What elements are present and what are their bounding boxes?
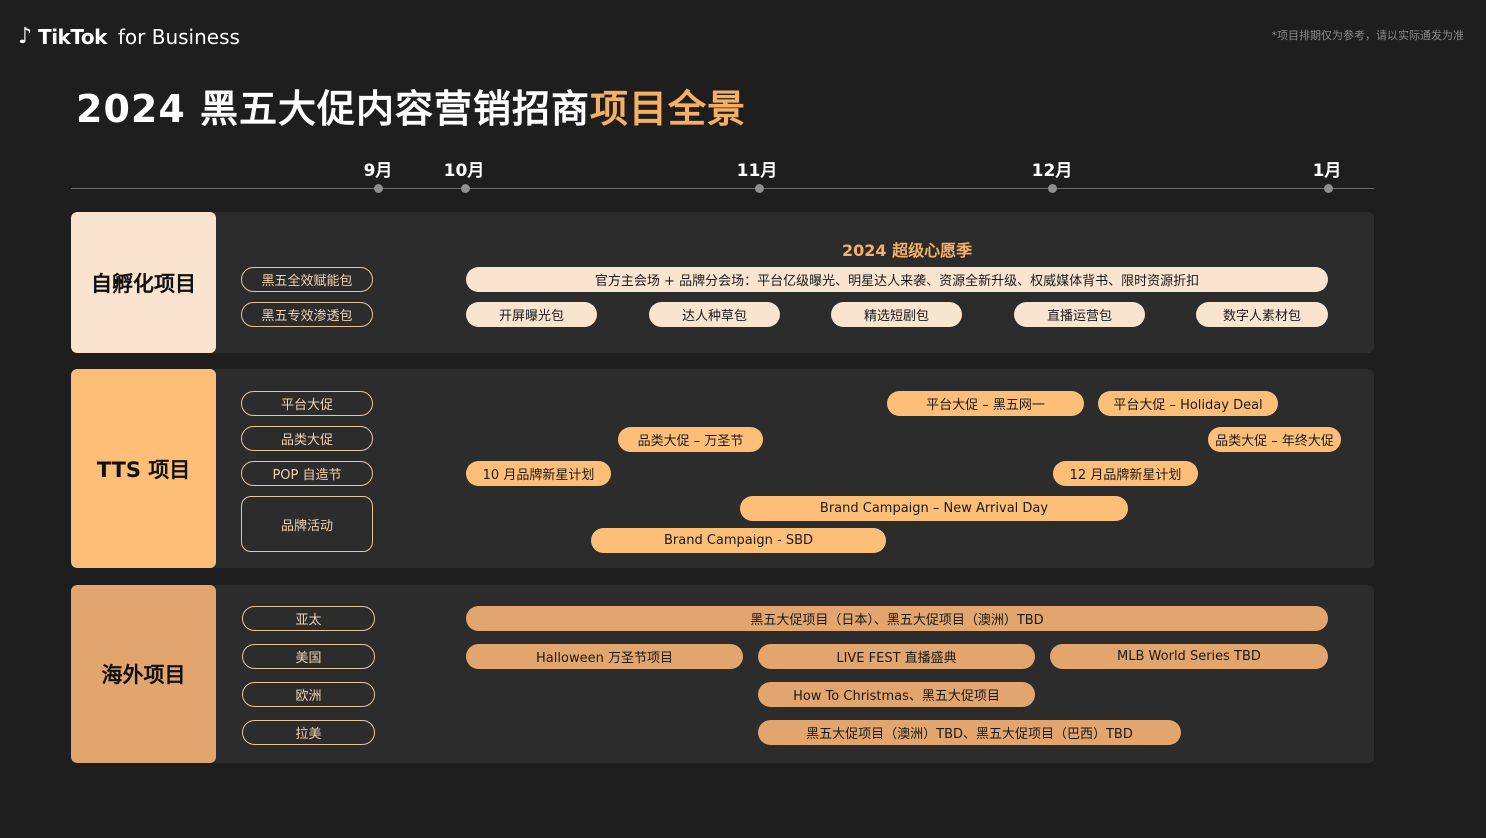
title-highlight: 项目全景	[590, 87, 747, 131]
bar-short-drama-pack: 精选短剧包	[831, 302, 962, 327]
timeline-tick-jan	[1324, 184, 1333, 193]
bar-category-year-end: 品类大促 – 年终大促	[1208, 427, 1341, 452]
bar-creator-pack: 达人种草包	[649, 302, 780, 327]
bar-platform-holiday-deal: 平台大促 – Holiday Deal	[1098, 391, 1278, 416]
timeline-axis	[71, 188, 1374, 189]
bar-europe-christmas: How To Christmas、黑五大促项目	[758, 682, 1035, 707]
timeline-tick-dec	[1048, 184, 1057, 193]
bar-digital-human-pack: 数字人素材包	[1196, 302, 1328, 327]
section-tts: TTS 项目 平台大促 品类大促 POP 自造节 品牌活动 平台大促 – 黑五网…	[71, 369, 1374, 568]
tiktok-for-business-logo: ♪ TikTok for Business	[18, 24, 240, 49]
timeline-tick-sep	[374, 184, 383, 193]
bar-splash-pack: 开屏曝光包	[466, 302, 597, 327]
bar-pop-december: 12 月品牌新星计划	[1053, 461, 1198, 486]
bar-brand-new-arrival: Brand Campaign – New Arrival Day	[740, 496, 1128, 521]
schedule-disclaimer: *项目排期仅为参考，请以实际通发为准	[1271, 29, 1465, 42]
month-label-oct: 10月	[443, 161, 485, 181]
tiktok-note-icon: ♪	[18, 24, 33, 49]
bar-brand-sbd: Brand Campaign - SBD	[591, 528, 886, 553]
section-incubation: 自孵化项目 黑五全效赋能包 黑五专效渗透包 2024 超级心愿季 官方主会场 +…	[71, 212, 1374, 353]
title-main: 2024 黑五大促内容营销招商	[76, 87, 590, 131]
row-label-platform: 平台大促	[241, 391, 373, 416]
month-label-jan: 1月	[1312, 161, 1342, 181]
timeline-tick-oct	[461, 184, 470, 193]
month-label-dec: 12月	[1031, 161, 1073, 181]
bar-platform-black-friday: 平台大促 – 黑五网一	[887, 391, 1084, 416]
row-label-category: 品类大促	[241, 426, 373, 451]
logo-brand: TikTok	[38, 24, 107, 49]
page-title: 2024 黑五大促内容营销招商项目全景	[76, 78, 746, 133]
month-label-sep: 9月	[363, 161, 393, 181]
section-overseas: 海外项目 亚太 美国 欧洲 拉美 黑五大促项目（日本）、黑五大促项目（澳洲）TB…	[71, 585, 1374, 763]
season-title: 2024 超级心愿季	[842, 241, 973, 260]
section-label-overseas: 海外项目	[71, 585, 216, 763]
logo-suffix: for Business	[117, 24, 240, 49]
row-label-europe: 欧洲	[242, 682, 375, 707]
row-label-brand: 品牌活动	[241, 496, 373, 552]
row-label-latam: 拉美	[242, 720, 375, 745]
bar-apac-black-friday: 黑五大促项目（日本）、黑五大促项目（澳洲）TBD	[466, 606, 1328, 631]
month-label-nov: 11月	[736, 161, 778, 181]
row-label-us: 美国	[242, 644, 375, 669]
row-label-pop: POP 自造节	[241, 461, 373, 486]
bar-us-mlb: MLB World Series TBD	[1050, 644, 1328, 669]
bar-pop-october: 10 月品牌新星计划	[466, 461, 611, 486]
section-label-incubation: 自孵化项目	[71, 212, 216, 353]
bar-category-halloween: 品类大促 – 万圣节	[618, 427, 763, 452]
section-label-tts: TTS 项目	[71, 369, 216, 568]
timeline-tick-nov	[755, 184, 764, 193]
bar-us-halloween: Halloween 万圣节项目	[466, 644, 743, 669]
bar-latam-black-friday: 黑五大促项目（澳洲）TBD、黑五大促项目（巴西）TBD	[758, 720, 1181, 745]
bar-us-live-fest: LIVE FEST 直播盛典	[758, 644, 1035, 669]
pack-label-full-effect: 黑五全效赋能包	[241, 267, 373, 292]
row-label-apac: 亚太	[242, 606, 375, 631]
bar-live-ops-pack: 直播运营包	[1014, 302, 1145, 327]
bar-main-venue: 官方主会场 + 品牌分会场：平台亿级曝光、明星达人来袭、资源全新升级、权威媒体背…	[466, 267, 1328, 292]
pack-label-special-effect: 黑五专效渗透包	[241, 302, 373, 327]
